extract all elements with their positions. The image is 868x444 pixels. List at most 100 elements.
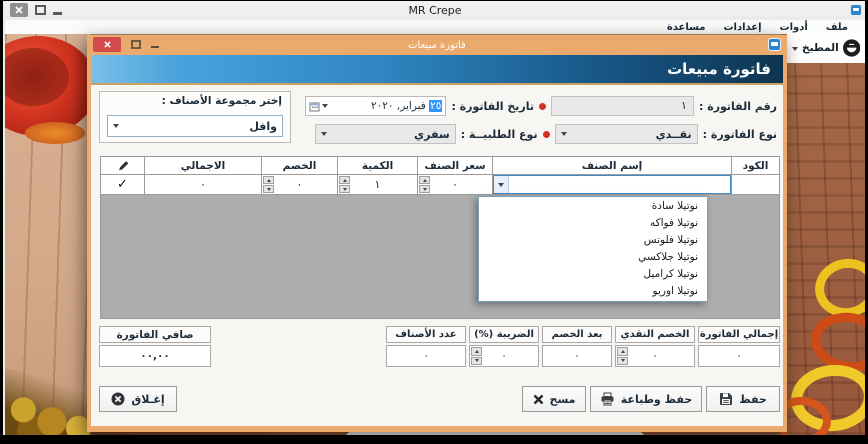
item-group-select[interactable]: وافل <box>107 115 283 137</box>
form-row-1: رقم الفاتورة : ١ تاريخ الفاتورة : ٢٥ فبر… <box>305 96 777 116</box>
grid-header-row: الكود إسم الصنف سعر الصنف الكمية الخصم ا… <box>100 156 780 175</box>
chevron-down-icon <box>322 104 328 108</box>
menu-tools[interactable]: أدوات <box>771 22 817 33</box>
price-spinner <box>419 176 430 193</box>
cell-row-check[interactable]: ✓ <box>100 174 145 195</box>
header-edit[interactable] <box>100 156 145 175</box>
kitchen-label: المطبخ <box>802 42 839 54</box>
save-print-button[interactable]: حفظ وطباعة <box>590 386 702 412</box>
menu-help[interactable]: مساعدة <box>658 22 715 33</box>
dialog-titlebar: فاتورة مبيعات <box>91 35 783 55</box>
cash-discount-value: ٠ <box>652 350 658 362</box>
spinner-down-button[interactable] <box>471 357 482 366</box>
floppy-save-icon <box>719 392 733 406</box>
invoice-number-field[interactable]: ١ <box>551 96 694 116</box>
discount-value: ٠ <box>297 178 303 191</box>
items-count-label: عدد الأصناف <box>386 326 466 343</box>
after-discount-label: بعد الخصم <box>542 326 612 343</box>
net-total-value: ٠٠,٠٠ <box>99 345 211 367</box>
menu-settings[interactable]: إعدادات <box>714 22 770 33</box>
required-dot-icon <box>543 131 550 138</box>
tax-label: الضريبة (%) <box>469 326 539 343</box>
x-clear-icon <box>533 394 544 405</box>
menu-file[interactable]: ملف <box>817 22 857 33</box>
dropdown-item[interactable]: نوتيلا سادة <box>479 198 707 215</box>
dialog-close-button[interactable] <box>93 37 121 52</box>
calendar-icon <box>309 101 320 112</box>
triangle-up-icon <box>475 350 479 353</box>
item-name-combobox[interactable] <box>493 175 731 194</box>
invoice-total-label: إجمالي الفاتورة <box>698 326 780 343</box>
spinner-down-button[interactable] <box>419 185 430 193</box>
invoice-type-select[interactable]: نقــدي <box>555 124 698 144</box>
summary-row: إجمالي الفاتورة ٠ الخصم النقدي ٠ <box>386 326 780 367</box>
save-print-label: حفظ وطباعة <box>621 393 692 406</box>
spinner-up-button[interactable] <box>339 176 350 184</box>
window-title: MR Crepe <box>5 4 865 17</box>
header-discount[interactable]: الخصم <box>261 156 338 175</box>
close-circle-icon <box>111 392 125 406</box>
date-day-segment: ٢٥ <box>429 100 442 112</box>
invoice-date-label: تاريخ الفاتورة : <box>451 100 534 113</box>
spinner-down-button[interactable] <box>617 357 628 366</box>
chevron-down-icon <box>113 124 119 128</box>
header-qty[interactable]: الكمية <box>337 156 418 175</box>
cell-qty[interactable]: ١ <box>337 174 418 195</box>
qty-value: ١ <box>375 178 381 191</box>
invoice-type-label: نوع الفاتورة : <box>703 128 777 141</box>
header-code[interactable]: الكود <box>731 156 780 175</box>
pot-glow-decor <box>25 122 85 144</box>
dropdown-item[interactable]: نوتيلا كراميل <box>479 266 707 283</box>
dropdown-item[interactable]: نوتيلا اوريو <box>479 283 707 300</box>
cash-discount-field[interactable]: ٠ <box>615 345 695 367</box>
close-dialog-button[interactable]: إغـلاق <box>99 386 177 412</box>
chevron-down-icon <box>498 183 504 187</box>
dropdown-item[interactable]: نوتيلا فلوتس <box>479 232 707 249</box>
chevron-down-icon <box>561 132 567 136</box>
window-close-button[interactable] <box>10 3 28 17</box>
dialog-header-title: فاتورة مبيعات <box>667 60 771 78</box>
clear-button[interactable]: مسح <box>522 386 586 412</box>
spinner-down-button[interactable] <box>263 185 274 193</box>
triangle-down-icon <box>621 359 625 362</box>
spinner-up-button[interactable] <box>471 347 482 356</box>
screen: MR Crepe ملف أدوات إعدادات مساعدة <box>0 0 868 444</box>
cell-discount[interactable]: ٠ <box>261 174 338 195</box>
save-label: حفظ <box>739 393 767 406</box>
dialog-restore-button[interactable] <box>131 40 141 49</box>
kitchen-toolbar[interactable]: المطبخ <box>787 33 865 63</box>
spinner-up-button[interactable] <box>263 176 274 184</box>
dialog-title: فاتورة مبيعات <box>408 40 466 51</box>
window-restore-button[interactable] <box>35 5 46 15</box>
tax-field[interactable]: ٠ <box>469 345 539 367</box>
spinner-down-button[interactable] <box>339 185 350 193</box>
spinner-up-button[interactable] <box>419 176 430 184</box>
triangle-down-icon <box>267 188 271 191</box>
order-type-value: سفري <box>414 128 450 141</box>
dialog-minimize-button[interactable] <box>151 46 159 48</box>
cell-price[interactable]: ٠ <box>417 174 493 195</box>
cash-discount-spinner <box>617 347 628 365</box>
header-total[interactable]: الاجمالي <box>144 156 262 175</box>
summary-after-discount: بعد الخصم ٠ <box>542 326 612 367</box>
invoice-date-value: ٢٥ فبراير, ٢٠٢٠ <box>371 100 442 112</box>
invoice-date-picker[interactable]: ٢٥ فبراير, ٢٠٢٠ <box>305 96 446 116</box>
order-type-label: نوع الطلبيــة : <box>461 128 538 141</box>
cell-total: ٠ <box>144 174 262 195</box>
cell-code[interactable] <box>731 174 780 195</box>
combobox-dropdown-button[interactable] <box>494 176 509 193</box>
spinner-up-button[interactable] <box>617 347 628 356</box>
triangle-up-icon <box>343 179 347 182</box>
header-item-name[interactable]: إسم الصنف <box>492 156 732 175</box>
dropdown-item[interactable]: نوتيلا جلاكسي <box>479 249 707 266</box>
triangle-down-icon <box>423 188 427 191</box>
order-type-select[interactable]: سفري <box>315 124 456 144</box>
save-button[interactable]: حفظ <box>706 386 780 412</box>
summary-invoice-total: إجمالي الفاتورة ٠ <box>698 326 780 367</box>
header-price[interactable]: سعر الصنف <box>417 156 493 175</box>
window-minimize-button[interactable] <box>53 12 62 15</box>
qty-spinner <box>339 176 350 193</box>
after-discount-value: ٠ <box>542 345 612 367</box>
dropdown-item[interactable]: نوتيلا فواكه <box>479 215 707 232</box>
kitchen-bowl-icon <box>843 38 860 58</box>
